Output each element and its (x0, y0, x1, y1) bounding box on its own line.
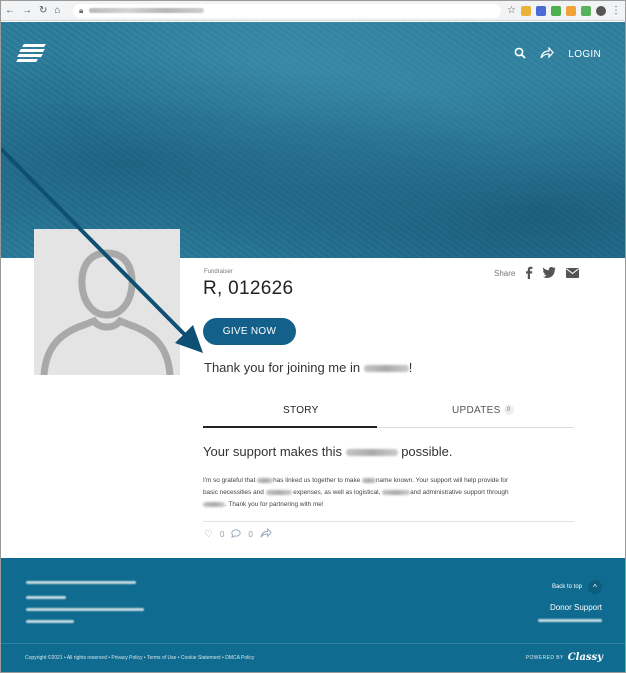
story-text: and administrative support through (410, 489, 509, 496)
twitter-icon[interactable] (543, 267, 556, 280)
active-tab-indicator (203, 426, 377, 428)
redacted-text (265, 489, 292, 495)
site-logo[interactable] (16, 44, 46, 68)
story-headline: Your support makes this possible. (203, 444, 453, 459)
story-text: I'm so grateful that (203, 477, 258, 484)
share-icon[interactable] (260, 527, 272, 541)
facebook-icon[interactable] (525, 266, 533, 281)
page-frame: ← → ↻ ⌂ 🔒︎ ☆ ⋮ LOGIN Fundraiser R, 01262… (0, 0, 626, 673)
arrow-right-icon[interactable]: → (22, 5, 32, 16)
like-count: 0 (219, 530, 225, 539)
back-to-top-label: Back to top (551, 584, 582, 590)
star-icon[interactable]: ☆ (507, 5, 516, 16)
donor-support-link[interactable]: Donor Support (550, 603, 602, 612)
browser-nav: ← → ↻ ⌂ (5, 5, 67, 16)
story-text: . Thank you for partnering with me! (225, 501, 324, 508)
top-nav: LOGIN (514, 46, 601, 61)
extension-icon[interactable] (551, 5, 561, 16)
story-headline-suffix: possible. (397, 444, 453, 459)
copyright-text: Copyright ©2021 • All rights reserved • … (25, 655, 255, 661)
extension-icon[interactable] (521, 5, 531, 16)
back-to-top[interactable]: Back to top ^ (552, 580, 602, 594)
tab-updates[interactable]: UPDATES 0 (452, 405, 514, 416)
email-icon[interactable] (566, 267, 580, 280)
tab-updates-label: UPDATES (452, 405, 501, 416)
redacted-text (257, 477, 274, 483)
hero-banner: LOGIN (1, 22, 625, 258)
redacted-text (345, 449, 398, 457)
site-footer: Back to top ^ Donor Support Copyright ©2… (1, 558, 625, 672)
redacted-url (89, 8, 205, 13)
share-bar: Share (494, 266, 580, 281)
story-line: I'm so grateful that has linked us toget… (203, 475, 575, 487)
fundraiser-avatar (34, 229, 180, 375)
thanks-text: Thank you for joining me in (204, 360, 364, 375)
story-text: has linked us together to make (273, 477, 362, 484)
extension-icon[interactable] (536, 5, 546, 16)
footer-divider (1, 643, 625, 644)
share-label: Share (494, 269, 516, 278)
story-text: basic necessities and (203, 489, 266, 496)
heart-icon[interactable]: ♡ (204, 529, 213, 540)
redacted-text (363, 365, 409, 373)
give-now-button[interactable]: GIVE NOW (203, 318, 296, 345)
search-icon[interactable] (514, 47, 527, 61)
story-line: basic necessities and expenses, as well … (203, 487, 575, 499)
redacted-text (203, 501, 225, 507)
reload-icon[interactable]: ↻ (39, 5, 47, 16)
kebab-menu-icon[interactable]: ⋮ (611, 5, 621, 16)
extensions-area: ☆ ⋮ (507, 5, 621, 16)
thanks-suffix: ! (408, 360, 413, 375)
redacted-text (26, 608, 144, 611)
login-link[interactable]: LOGIN (568, 49, 601, 60)
story-body: I'm so grateful that has linked us toget… (203, 475, 575, 511)
share-icon[interactable] (540, 46, 555, 61)
story-actions: ♡ 0 0 (204, 527, 272, 541)
story-line: . Thank you for partnering with me! (203, 499, 575, 511)
redacted-text (538, 619, 602, 622)
redacted-text (26, 620, 74, 623)
comment-icon[interactable] (231, 528, 242, 541)
redacted-text (26, 596, 66, 599)
powered-by-label: POWERED BY (525, 654, 564, 661)
story-text: name known. Your support will help provi… (375, 477, 509, 484)
classy-logo: Classy (567, 652, 603, 663)
fundraiser-eyebrow: Fundraiser (204, 269, 233, 275)
story-divider (203, 521, 574, 522)
extension-icon[interactable] (581, 5, 591, 16)
redacted-text (361, 477, 376, 483)
updates-count-badge: 0 (503, 405, 514, 416)
tab-story[interactable]: STORY (283, 405, 319, 416)
powered-by[interactable]: POWERED BY Classy (526, 652, 603, 663)
thanks-message: Thank you for joining me in ! (204, 360, 412, 375)
extension-icon[interactable] (566, 5, 576, 16)
lock-icon: 🔒︎ (79, 5, 84, 15)
redacted-text (26, 581, 136, 584)
story-text: expenses, as well as logistical, (291, 489, 383, 496)
home-icon[interactable]: ⌂ (54, 5, 60, 16)
browser-toolbar: ← → ↻ ⌂ 🔒︎ ☆ ⋮ (1, 1, 625, 21)
redacted-text (382, 489, 411, 495)
content-tabs: STORY UPDATES 0 (203, 398, 574, 428)
chevron-up-icon[interactable]: ^ (588, 580, 602, 594)
arrow-left-icon[interactable]: ← (5, 5, 15, 16)
avatar-icon[interactable] (596, 5, 606, 16)
story-headline-text: Your support makes this (203, 444, 346, 459)
page-title: R, 012626 (203, 278, 294, 299)
comment-count: 0 (248, 530, 253, 539)
address-bar[interactable]: 🔒︎ (73, 3, 502, 18)
